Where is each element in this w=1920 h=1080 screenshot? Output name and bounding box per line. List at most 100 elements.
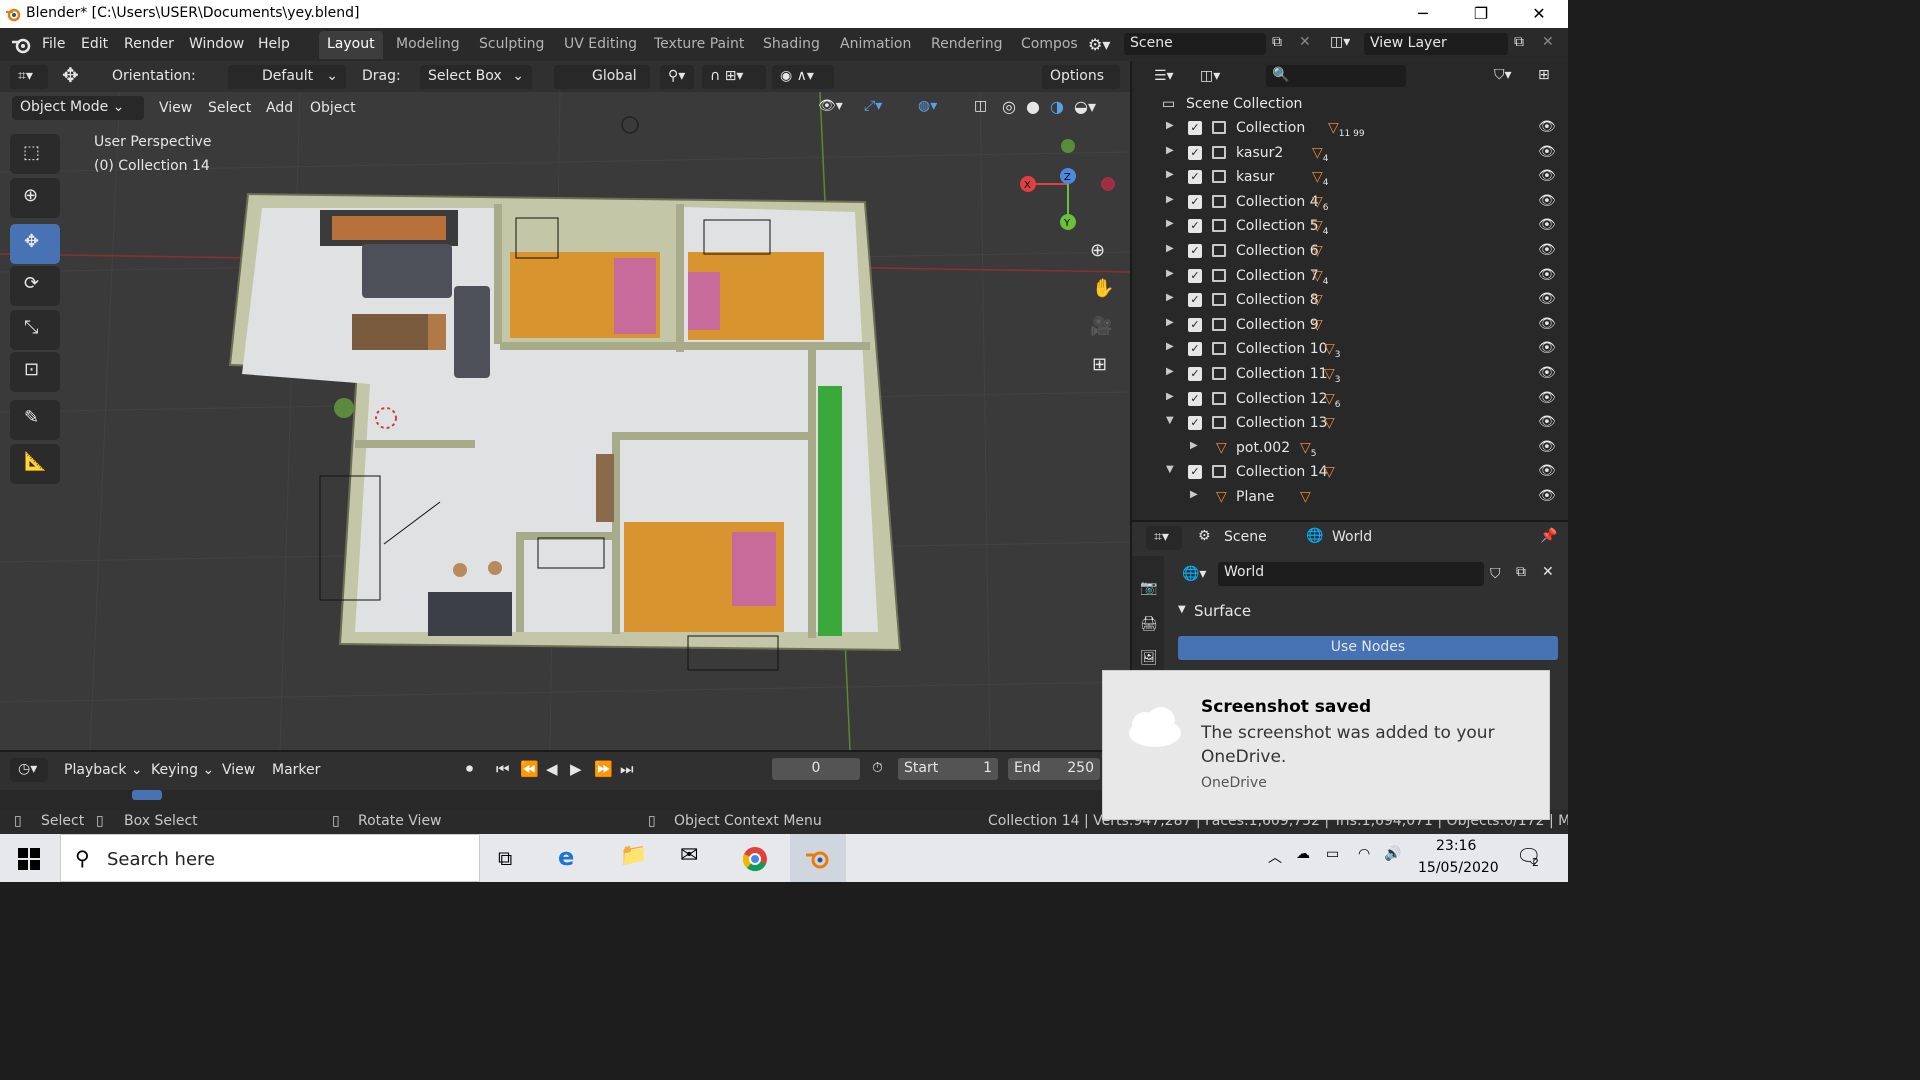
outliner-row[interactable]: ▶ ✓ kasur2 ▽4 👁	[1132, 142, 1568, 166]
start-windows-icon[interactable]	[18, 848, 40, 870]
outliner-row[interactable]: ▶ ✓ Collection 5 ▽4 👁	[1132, 215, 1568, 239]
edge-icon[interactable]: e	[558, 843, 574, 871]
viewport-menu-add[interactable]: Add	[266, 100, 293, 116]
outliner-row[interactable]: ▶ ✓ Collection 10 ▽3 👁	[1132, 338, 1568, 362]
viewport-scene[interactable]	[0, 92, 1130, 750]
world-tab-icon[interactable]: 🌐	[1306, 528, 1323, 544]
visibility-eye-icon[interactable]: 👁	[1538, 267, 1556, 283]
expand-icon[interactable]: ▶	[1166, 194, 1174, 205]
exclude-checkbox[interactable]: ✓	[1188, 342, 1202, 357]
expand-icon[interactable]: ▶	[1166, 218, 1174, 229]
jump-end-icon[interactable]: ⏭	[620, 760, 634, 778]
outliner-row[interactable]: ▶ ▽ Plane ▽ 👁	[1132, 486, 1568, 510]
exclude-checkbox[interactable]: ✓	[1188, 145, 1202, 160]
expand-icon[interactable]: ▶	[1166, 169, 1174, 180]
outliner-row[interactable]: ▶ ✓ Collection ▽11 99 👁	[1132, 117, 1568, 141]
expand-icon[interactable]: ▶	[1166, 366, 1174, 377]
outliner-row[interactable]: ▶ ✓ Collection 12 ▽6 👁	[1132, 388, 1568, 412]
rotate-tool[interactable]: ⟳	[10, 266, 60, 306]
render-tab-icon[interactable]: 📷	[1140, 580, 1157, 596]
unlink-world-icon[interactable]: ✕	[1542, 564, 1554, 580]
onedrive-notification[interactable]: Screenshot saved The screenshot was adde…	[1102, 670, 1550, 820]
delete-scene-icon[interactable]: ✕	[1299, 34, 1311, 50]
current-frame-field[interactable]: 0	[772, 758, 860, 780]
expand-icon[interactable]: ▶	[1166, 268, 1174, 279]
camera-view-icon[interactable]: 🎥	[1090, 316, 1112, 337]
new-view-layer-icon[interactable]: ⧉	[1514, 34, 1524, 50]
collapse-icon[interactable]: ▼	[1166, 415, 1174, 426]
visibility-eye-icon[interactable]: 👁	[1538, 340, 1556, 356]
menu-file[interactable]: File	[42, 36, 65, 52]
zoom-icon[interactable]: ⊕	[1090, 240, 1105, 261]
fake-user-icon[interactable]: ⛉	[1490, 566, 1501, 582]
surface-collapse-icon[interactable]: ▼	[1178, 604, 1186, 615]
render-shading-icon[interactable]: ◒▾	[1074, 97, 1096, 116]
timeline-editor-type-icon[interactable]: ◷▾	[10, 758, 48, 782]
blender-taskbar-button[interactable]	[790, 834, 846, 882]
output-tab-icon[interactable]: 🖨	[1140, 616, 1158, 632]
tray-expand-icon[interactable]: ︿	[1268, 847, 1282, 867]
expand-icon[interactable]: ▶	[1166, 292, 1174, 303]
scene-icon[interactable]: ⚙▾	[1088, 35, 1110, 54]
visibility-eye-icon[interactable]: 👁	[1538, 488, 1556, 504]
object-mode-dropdown[interactable]: Object Mode ⌄	[12, 96, 144, 120]
scene-tab-icon[interactable]: ⚙	[1198, 528, 1211, 544]
exclude-checkbox[interactable]: ✓	[1188, 244, 1202, 258]
expand-icon[interactable]: ▶	[1166, 120, 1174, 131]
exclude-checkbox[interactable]: ✓	[1188, 367, 1202, 381]
cursor-tool[interactable]: ⊕	[10, 178, 60, 218]
play-reverse-icon[interactable]: ◀	[546, 760, 558, 778]
timeline-menu-playback[interactable]: Playback ⌄	[64, 762, 143, 778]
record-icon[interactable]: ⏺	[466, 761, 473, 777]
taskbar-search-input[interactable]: ⚲ Search here	[60, 834, 480, 882]
start-frame-field[interactable]: Start 1	[898, 758, 998, 780]
options-dropdown[interactable]: Options ⌄	[1042, 65, 1120, 100]
use-nodes-button[interactable]: Use Nodes	[1178, 636, 1558, 660]
minimize-button[interactable]: ─	[1394, 0, 1452, 28]
3d-viewport[interactable]: Object Mode ⌄ View Select Add Object 👁▾ …	[0, 92, 1130, 750]
exclude-checkbox[interactable]: ✓	[1188, 219, 1202, 234]
visibility-eye-icon[interactable]: 👁	[1538, 119, 1556, 135]
outliner-row[interactable]: ▶ ✓ Collection 8 ▽ 👁	[1132, 289, 1568, 313]
measure-tool[interactable]: 📐	[10, 444, 60, 484]
exclude-checkbox[interactable]: ✓	[1188, 194, 1202, 209]
visibility-icon[interactable]: 👁▾	[818, 98, 843, 114]
outliner-row[interactable]: ▶ ✓ Collection 11 ▽3 👁	[1132, 363, 1568, 387]
onedrive-tray-icon[interactable]: ☁	[1296, 846, 1310, 862]
prev-keyframe-icon[interactable]: ⏪	[520, 760, 539, 778]
expand-icon[interactable]: ▶	[1166, 317, 1174, 328]
play-icon[interactable]: ▶	[570, 760, 582, 778]
visibility-eye-icon[interactable]: 👁	[1538, 439, 1556, 455]
menu-window[interactable]: Window	[189, 36, 244, 52]
expand-icon[interactable]: ▶	[1166, 243, 1174, 254]
exclude-checkbox[interactable]: ✓	[1188, 170, 1202, 185]
restore-button[interactable]: ❐	[1452, 0, 1510, 28]
mail-icon[interactable]: ✉	[680, 843, 698, 868]
collapse-icon[interactable]: ▼	[1166, 464, 1174, 475]
outliner-row[interactable]: ▶ ✓ Collection 7 ▽4 👁	[1132, 265, 1568, 289]
visibility-eye-icon[interactable]: 👁	[1538, 463, 1556, 479]
tab-shading[interactable]: Shading	[755, 31, 828, 59]
outliner-row[interactable]: ▼ ✓ Collection 13 ▽ 👁	[1132, 412, 1568, 436]
wifi-icon[interactable]: ◠	[1358, 846, 1370, 862]
tab-texture-paint[interactable]: Texture Paint	[646, 31, 752, 59]
exclude-checkbox[interactable]: ✓	[1188, 465, 1202, 480]
end-frame-field[interactable]: End 250	[1008, 758, 1100, 780]
navigation-gizmo[interactable]: X Z Y	[1010, 132, 1120, 242]
tab-uv-editing[interactable]: UV Editing	[556, 31, 645, 59]
tab-sculpting[interactable]: Sculpting	[471, 31, 552, 59]
outliner-row[interactable]: ▶ ✓ Collection 4 ▽6 👁	[1132, 191, 1568, 215]
transform-tool[interactable]: ⊡	[10, 352, 60, 392]
material-shading-icon[interactable]: ◑	[1050, 97, 1064, 116]
drag-dropdown[interactable]: Select Box ⌄	[420, 65, 532, 89]
scale-tool[interactable]: ⤡	[10, 310, 60, 350]
timeline-menu-marker[interactable]: Marker	[272, 762, 320, 778]
editor-type-icon[interactable]: ⌗▾	[10, 65, 48, 89]
file-explorer-icon[interactable]: 📁	[620, 843, 647, 868]
outliner-search-input[interactable]: 🔍	[1266, 65, 1406, 87]
volume-icon[interactable]: 🔊	[1384, 846, 1401, 862]
visibility-eye-icon[interactable]: 👁	[1538, 193, 1556, 209]
exclude-checkbox[interactable]: ✓	[1188, 391, 1202, 406]
properties-world-label[interactable]: World	[1332, 529, 1372, 545]
pan-hand-icon[interactable]: ✋	[1092, 278, 1114, 299]
